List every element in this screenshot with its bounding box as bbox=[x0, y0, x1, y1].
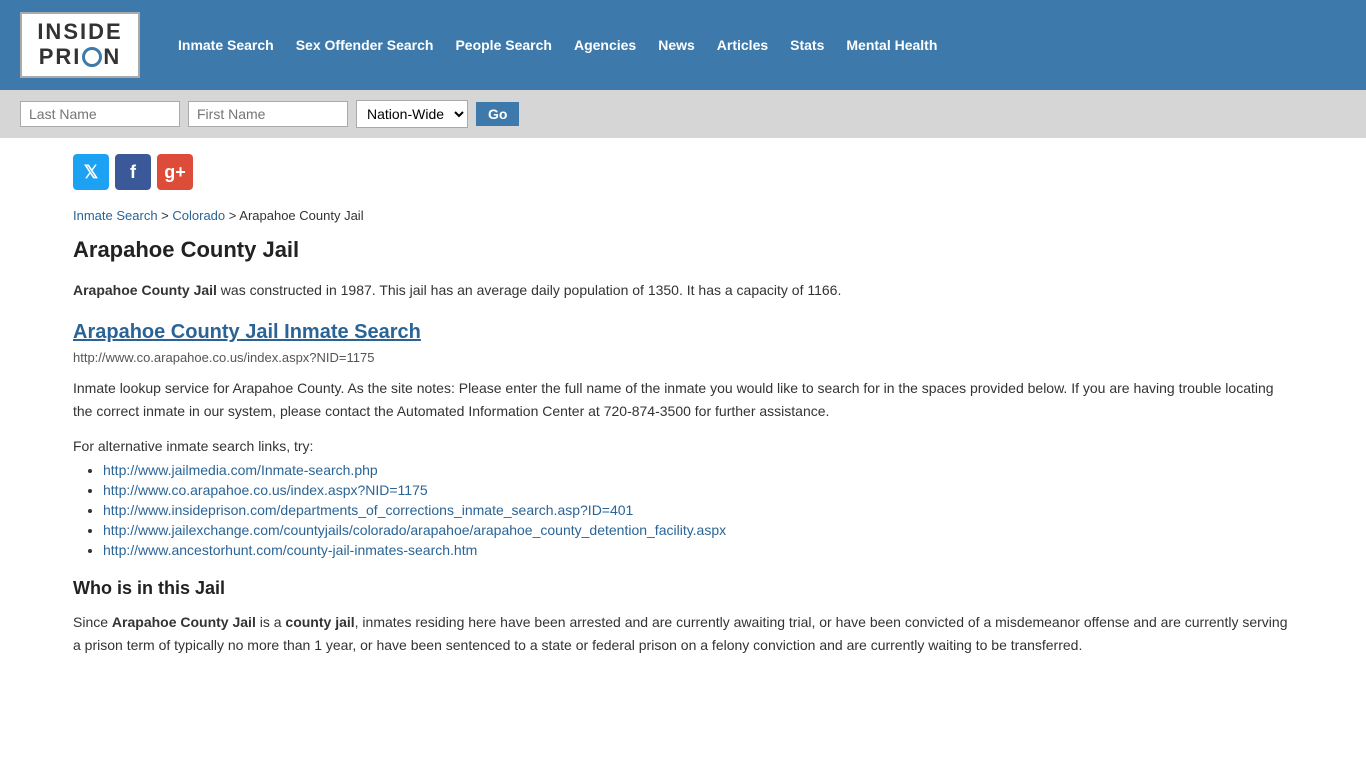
main-nav: Inmate Search Sex Offender Search People… bbox=[170, 33, 945, 57]
alt-link-jailmedia[interactable]: http://www.jailmedia.com/Inmate-search.p… bbox=[103, 462, 378, 478]
last-name-input[interactable] bbox=[20, 101, 180, 127]
who-description: Since Arapahoe County Jail is a county j… bbox=[73, 611, 1293, 656]
list-item: http://www.insideprison.com/departments_… bbox=[103, 502, 1293, 518]
logo-circle-icon bbox=[82, 47, 102, 67]
page-title: Arapahoe County Jail bbox=[73, 237, 1293, 263]
facebook-button[interactable]: f bbox=[115, 154, 151, 190]
nav-inmate-search[interactable]: Inmate Search bbox=[170, 33, 282, 57]
nav-news[interactable]: News bbox=[650, 33, 703, 57]
nav-mental-health[interactable]: Mental Health bbox=[838, 33, 945, 57]
facility-bold-2: county jail bbox=[285, 614, 354, 630]
lookup-description: Inmate lookup service for Arapahoe Count… bbox=[73, 377, 1293, 422]
main-content: 𝕏 f g+ Inmate Search > Colorado > Arapah… bbox=[53, 138, 1313, 672]
alt-links-intro: For alternative inmate search links, try… bbox=[73, 438, 1293, 454]
alt-links-list: http://www.jailmedia.com/Inmate-search.p… bbox=[103, 462, 1293, 558]
facility-name-bold: Arapahoe County Jail bbox=[73, 282, 217, 298]
site-header: INSIDE PRIN Inmate Search Sex Offender S… bbox=[0, 0, 1366, 90]
nav-people-search[interactable]: People Search bbox=[447, 33, 560, 57]
google-plus-button[interactable]: g+ bbox=[157, 154, 193, 190]
breadcrumb-separator-1: > bbox=[161, 208, 172, 223]
inmate-search-heading: Arapahoe County Jail Inmate Search bbox=[73, 321, 1293, 344]
go-button[interactable]: Go bbox=[476, 102, 519, 126]
list-item: http://www.co.arapahoe.co.us/index.aspx?… bbox=[103, 482, 1293, 498]
site-logo[interactable]: INSIDE PRIN bbox=[20, 12, 140, 78]
social-icons: 𝕏 f g+ bbox=[73, 154, 1293, 190]
list-item: http://www.jailmedia.com/Inmate-search.p… bbox=[103, 462, 1293, 478]
nav-sex-offender-search[interactable]: Sex Offender Search bbox=[288, 33, 442, 57]
twitter-button[interactable]: 𝕏 bbox=[73, 154, 109, 190]
breadcrumb: Inmate Search > Colorado > Arapahoe Coun… bbox=[73, 208, 1293, 223]
logo-inside-text: INSIDE bbox=[32, 20, 128, 44]
breadcrumb-colorado[interactable]: Colorado bbox=[172, 208, 225, 223]
facility-bold-1: Arapahoe County Jail bbox=[112, 614, 256, 630]
inmate-search-link[interactable]: Arapahoe County Jail Inmate Search bbox=[73, 321, 421, 343]
nav-agencies[interactable]: Agencies bbox=[566, 33, 644, 57]
breadcrumb-current: Arapahoe County Jail bbox=[239, 208, 363, 223]
alt-link-jailexchange[interactable]: http://www.jailexchange.com/countyjails/… bbox=[103, 522, 726, 538]
logo-prison-text: PRIN bbox=[32, 44, 128, 70]
alt-link-ancestorhunt[interactable]: http://www.ancestorhunt.com/county-jail-… bbox=[103, 542, 477, 558]
inmate-search-url: http://www.co.arapahoe.co.us/index.aspx?… bbox=[73, 350, 1293, 365]
alt-link-insideprison[interactable]: http://www.insideprison.com/departments_… bbox=[103, 502, 633, 518]
who-heading: Who is in this Jail bbox=[73, 578, 1293, 599]
alt-link-arapahoe[interactable]: http://www.co.arapahoe.co.us/index.aspx?… bbox=[103, 482, 428, 498]
first-name-input[interactable] bbox=[188, 101, 348, 127]
breadcrumb-inmate-search[interactable]: Inmate Search bbox=[73, 208, 158, 223]
search-bar: Nation-Wide Alabama Alaska Arizona Color… bbox=[0, 90, 1366, 138]
scope-select[interactable]: Nation-Wide Alabama Alaska Arizona Color… bbox=[356, 100, 468, 128]
description-rest: was constructed in 1987. This jail has a… bbox=[217, 282, 841, 298]
list-item: http://www.jailexchange.com/countyjails/… bbox=[103, 522, 1293, 538]
nav-stats[interactable]: Stats bbox=[782, 33, 832, 57]
facility-description: Arapahoe County Jail was constructed in … bbox=[73, 279, 1293, 301]
nav-articles[interactable]: Articles bbox=[709, 33, 776, 57]
list-item: http://www.ancestorhunt.com/county-jail-… bbox=[103, 542, 1293, 558]
breadcrumb-separator-2: > bbox=[229, 208, 240, 223]
